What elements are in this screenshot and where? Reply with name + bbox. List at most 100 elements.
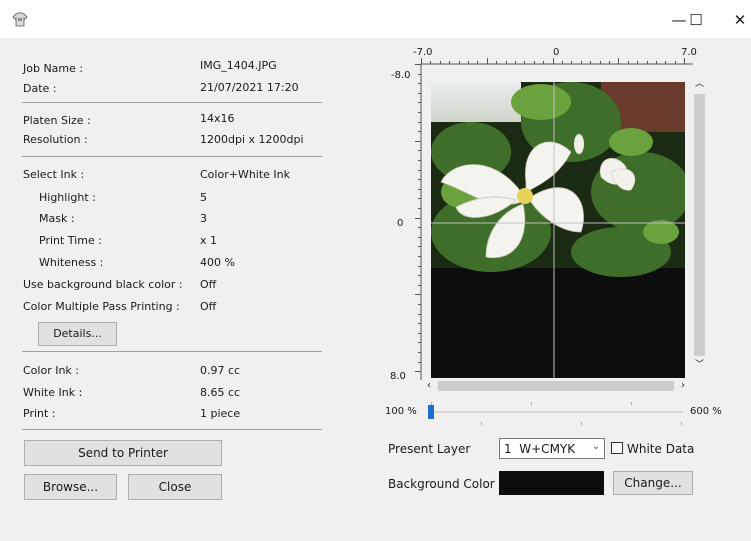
- print-preview-window: — ☐ ✕ Job Name : IMG_1404.JPG Date : 21/…: [0, 0, 751, 541]
- whiteness-value: 400 %: [200, 256, 235, 269]
- ruler-tick: [590, 61, 592, 64]
- select-ink-value: Color+White Ink: [200, 168, 291, 181]
- date-label: Date :: [23, 82, 57, 95]
- print-image: [431, 82, 685, 380]
- ruler-tick: [418, 265, 421, 267]
- ruler-tick: [418, 92, 421, 94]
- details-button[interactable]: Details...: [38, 322, 117, 346]
- highlight-label: Highlight :: [39, 191, 96, 204]
- horizontal-scrollbar[interactable]: ‹ ›: [422, 378, 690, 394]
- resolution-value: 1200dpi x 1200dpi: [200, 133, 304, 146]
- ruler-tick: [418, 112, 421, 113]
- ruler-tick: [418, 284, 421, 286]
- mask-label: Mask :: [39, 212, 75, 225]
- zoom-tick: [631, 402, 632, 405]
- scroll-up-icon[interactable]: ︿: [691, 76, 708, 93]
- print-time-value: x 1: [200, 234, 218, 247]
- vertical-scrollbar[interactable]: ︿ ﹀: [691, 76, 708, 372]
- ruler-tick: [543, 61, 545, 64]
- horizontal-scroll-thumb[interactable]: [438, 381, 674, 391]
- zoom-slider-track[interactable]: [431, 411, 683, 413]
- zoom-tick: [531, 402, 532, 405]
- ruler-tick: [415, 140, 421, 142]
- ruler-tick: [449, 61, 451, 64]
- print-count-value: 1 piece: [200, 407, 241, 420]
- resolution-label: Resolution :: [23, 133, 88, 146]
- print-preview-canvas[interactable]: [431, 82, 685, 380]
- ruler-tick: [458, 61, 460, 64]
- ruler-tick: [665, 61, 667, 64]
- platen-size-value: 14x16: [200, 112, 235, 125]
- ruler-tick: [552, 58, 554, 64]
- zoom-min-label: 100 %: [385, 406, 417, 417]
- ruler-tick: [418, 332, 421, 334]
- ruler-tick: [684, 58, 686, 64]
- ruler-tick: [418, 102, 421, 104]
- ruler-tick: [418, 188, 421, 190]
- scroll-left-icon[interactable]: ‹: [422, 378, 436, 394]
- background-black-label: Use background black color :: [23, 278, 183, 291]
- ruler-tick: [418, 121, 421, 123]
- close-button[interactable]: Close: [128, 474, 222, 500]
- ruler-tick: [418, 227, 421, 229]
- ruler-tick: [418, 342, 421, 344]
- print-count-label: Print :: [23, 407, 56, 420]
- ruler-tick: [533, 61, 535, 64]
- white-data-checkbox[interactable]: [611, 442, 623, 454]
- present-layer-select[interactable]: 1 W+CMYK ⌄: [499, 438, 605, 459]
- ruler-left-bottom: 8.0: [390, 371, 406, 382]
- ruler-tick: [674, 61, 676, 64]
- ruler-tick: [609, 61, 610, 64]
- chevron-down-icon: ⌄: [591, 441, 600, 452]
- ruler-tick: [418, 198, 421, 200]
- ruler-tick: [418, 169, 421, 171]
- ruler-tick: [646, 61, 648, 64]
- platen-size-label: Platen Size :: [23, 114, 91, 127]
- white-data-label[interactable]: White Data: [627, 442, 694, 456]
- ruler-tick: [627, 61, 629, 64]
- present-layer-value: 1 W+CMYK: [504, 442, 576, 456]
- present-layer-label: Present Layer: [388, 442, 471, 456]
- ruler-tick: [418, 179, 421, 181]
- separator: [22, 351, 322, 352]
- ruler-tick: [439, 61, 441, 64]
- ruler-tick: [571, 61, 573, 64]
- title-bar: — ☐ ✕: [0, 0, 751, 38]
- ruler-tick: [421, 58, 422, 64]
- ruler-tick: [505, 61, 507, 64]
- ruler-tick: [637, 61, 639, 64]
- ruler-tick: [418, 313, 421, 315]
- ruler-tick: [418, 73, 421, 75]
- ruler-tick: [430, 61, 432, 64]
- vertical-scroll-thumb[interactable]: [694, 94, 705, 356]
- ruler-tick: [418, 323, 421, 325]
- ruler-tick: [524, 61, 526, 64]
- maximize-button[interactable]: ☐: [681, 10, 711, 30]
- ruler-tick: [477, 61, 479, 64]
- scroll-down-icon[interactable]: ﹀: [691, 359, 708, 372]
- scroll-right-icon[interactable]: ›: [676, 378, 690, 394]
- highlight-value: 5: [200, 191, 207, 204]
- printer-shirt-icon: [12, 12, 28, 27]
- browse-button[interactable]: Browse...: [24, 474, 117, 500]
- background-black-value: Off: [200, 278, 217, 291]
- close-window-button[interactable]: ✕: [725, 10, 751, 30]
- ruler-tick: [486, 58, 488, 64]
- ruler-tick: [418, 131, 421, 133]
- ruler-tick: [599, 61, 601, 64]
- ruler-left-top: -8.0: [391, 70, 411, 81]
- multipass-label: Color Multiple Pass Printing :: [23, 300, 180, 313]
- ruler-tick: [418, 83, 421, 85]
- ruler-tick: [418, 246, 421, 248]
- print-time-label: Print Time :: [39, 234, 102, 247]
- zoom-tick: [581, 422, 582, 425]
- zoom-slider-thumb[interactable]: [428, 405, 434, 419]
- send-to-printer-button[interactable]: Send to Printer: [24, 440, 222, 466]
- ruler-tick: [418, 256, 421, 257]
- ruler-tick: [418, 352, 421, 353]
- ruler-tick: [496, 61, 498, 64]
- background-color-label: Background Color: [388, 477, 495, 491]
- color-ink-value: 0.97 cc: [200, 364, 241, 377]
- separator: [22, 102, 322, 103]
- change-background-button[interactable]: Change...: [613, 471, 693, 495]
